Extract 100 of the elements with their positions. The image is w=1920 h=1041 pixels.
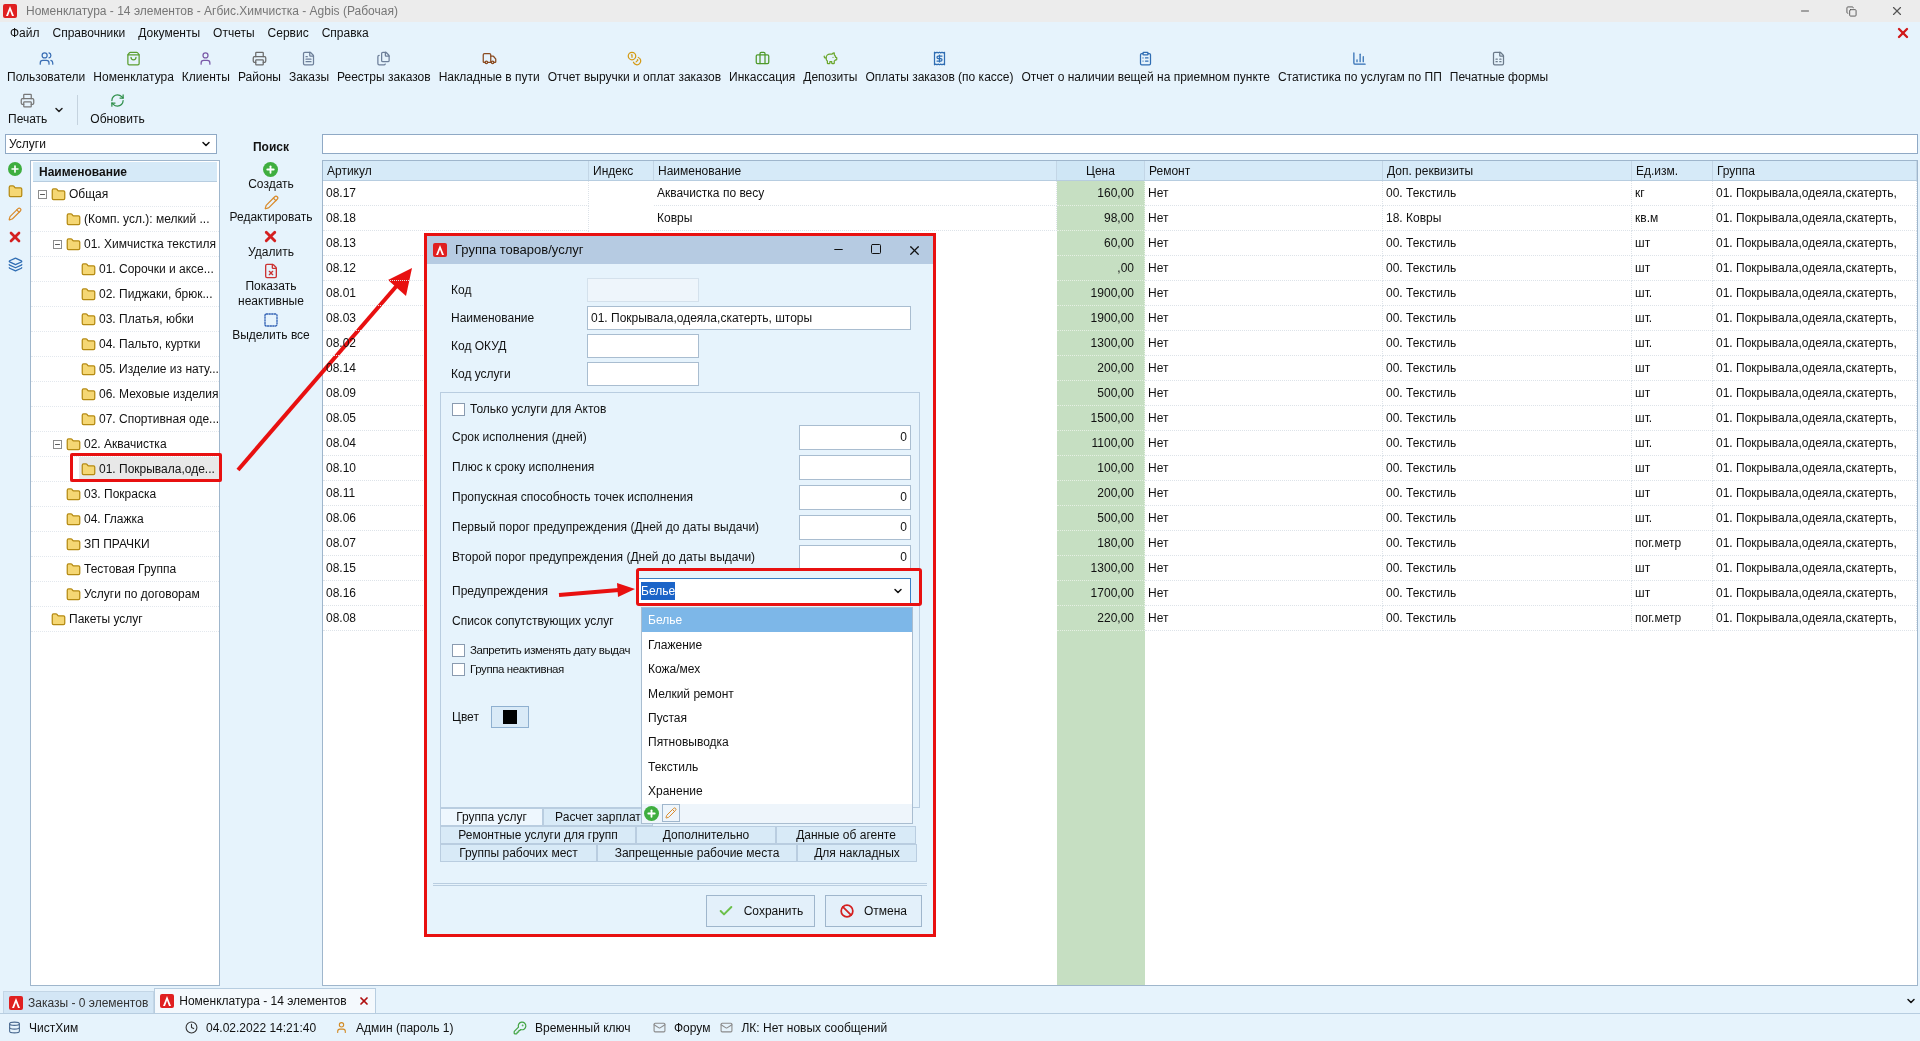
toolbar-button[interactable]: Статистика по услугам по ПП (1274, 51, 1445, 86)
input-field[interactable] (799, 454, 911, 480)
category-dropdown[interactable]: Услуги (5, 134, 217, 154)
menu-item[interactable]: Файл (4, 24, 46, 42)
input-field[interactable]: 0 (799, 544, 911, 570)
toolbar-button[interactable]: Клиенты (178, 51, 233, 86)
toolbar-button[interactable]: Пользователи (4, 51, 89, 86)
tree-item[interactable]: 07. Спортивная оде... (79, 407, 219, 431)
tab[interactable]: Группы рабочих мест (440, 844, 597, 862)
document-tab[interactable]: Заказы - 0 элементов (3, 991, 155, 1013)
tree-item[interactable]: 03. Покраска (64, 482, 219, 506)
edit-button[interactable] (662, 804, 680, 823)
delete-icon[interactable] (7, 229, 23, 245)
collapse-icon[interactable] (52, 239, 62, 249)
tree-item[interactable]: Услуги по договорам (64, 582, 219, 606)
search-field[interactable] (322, 134, 1918, 154)
toolbar-button[interactable]: Отчет о наличии вещей на приемном пункте (1018, 51, 1273, 86)
input-field[interactable]: 0 (799, 424, 911, 450)
toolbar-button[interactable]: Реестры заказов (334, 51, 434, 86)
save-button[interactable]: Сохранить (706, 895, 815, 927)
input-field[interactable]: 0 (799, 484, 911, 510)
column-header[interactable]: Артикул (323, 161, 589, 180)
toolbar-button[interactable]: Печатные формы (1446, 51, 1552, 86)
collapse-icon[interactable] (37, 189, 47, 199)
tab[interactable]: Расчет зарплат (543, 808, 653, 826)
collapse-icon[interactable] (52, 439, 62, 449)
pencil-icon[interactable] (8, 207, 22, 221)
tree-item[interactable]: 04. Глажка (64, 507, 219, 531)
toolbar-button[interactable]: Накладные в пути (435, 51, 543, 86)
toolbar-button[interactable]: Оплаты заказов (по кассе) (862, 51, 1017, 86)
tree-item[interactable]: 05. Изделие из нату... (79, 357, 219, 381)
checkbox[interactable] (452, 644, 465, 657)
tree-item[interactable]: 04. Пальто, куртки (79, 332, 219, 356)
maximize-icon[interactable] (870, 242, 882, 255)
column-header[interactable]: Индекс (589, 161, 654, 180)
dropdown-option[interactable]: Хранение (642, 779, 912, 804)
toolbar-button[interactable]: Инкассация (726, 51, 799, 86)
tree-item[interactable]: 01. Сорочки и аксе... (79, 257, 219, 281)
action-button[interactable]: Редактировать (227, 195, 315, 225)
dropdown-option[interactable]: Пустая (642, 705, 912, 731)
close-document-icon[interactable] (1895, 25, 1911, 41)
menu-item[interactable]: Сервис (261, 24, 315, 42)
tree-item[interactable]: 06. Меховые изделия (79, 382, 219, 406)
cancel-button[interactable]: Отмена (825, 895, 922, 927)
tree-item[interactable]: Общая (49, 182, 219, 206)
dropdown-option[interactable]: Кожа/мех (642, 656, 912, 682)
document-tab[interactable]: Номенклатура - 14 элементов (154, 988, 376, 1013)
tree-item[interactable]: Пакеты услуг (49, 607, 219, 631)
tree-item[interactable]: 01. Химчистка текстиля (64, 232, 219, 256)
column-header[interactable]: Ремонт (1145, 161, 1383, 180)
folder-icon[interactable] (7, 184, 23, 199)
tree-item[interactable]: (Комп. усл.): мелкий ... (64, 207, 219, 231)
color-picker[interactable] (490, 706, 529, 728)
dropdown-option[interactable]: Глажение (642, 632, 912, 657)
toolbar-button[interactable]: Печать (4, 92, 70, 128)
input-field[interactable] (587, 334, 699, 358)
action-button[interactable]: Выделить все (230, 312, 312, 343)
toolbar-button[interactable]: Депозиты (800, 51, 861, 86)
column-header[interactable]: Группа (1713, 161, 1917, 180)
column-header[interactable]: Доп. реквизиты (1383, 161, 1632, 180)
action-button[interactable]: Удалить (246, 228, 296, 260)
tab[interactable]: Данные об агенте (776, 826, 916, 844)
menu-item[interactable]: Справка (315, 24, 375, 42)
tree-item[interactable]: 01. Покрывала,оде... (79, 457, 219, 481)
add-icon[interactable] (644, 805, 659, 821)
tab[interactable]: Группа услуг (440, 808, 543, 826)
toolbar-button[interactable]: Заказы (285, 51, 332, 86)
dropdown-option[interactable]: Мелкий ремонт (642, 681, 912, 706)
tree-item[interactable]: 02. Пиджаки, брюк... (79, 282, 219, 306)
tab[interactable]: Запрещенные рабочие места (597, 844, 797, 862)
column-header[interactable]: Ед.изм. (1632, 161, 1713, 180)
restore-icon[interactable] (1845, 5, 1857, 17)
toolbar-button[interactable]: Номенклатура (90, 51, 177, 86)
input-field[interactable]: 0 (799, 514, 911, 540)
checkbox[interactable] (452, 663, 465, 676)
column-header[interactable]: Цена (1057, 161, 1145, 180)
menu-item[interactable]: Отчеты (207, 24, 261, 42)
dropdown-option[interactable]: Пятновыводка (642, 730, 912, 755)
tree-item[interactable]: Тестовая Группа (64, 557, 219, 581)
tab[interactable]: Для накладных (797, 844, 917, 862)
toolbar-button[interactable]: Обновить (86, 92, 149, 128)
action-button[interactable]: Создать (246, 162, 296, 192)
toolbar-button[interactable]: Районы (235, 51, 284, 86)
action-button[interactable]: Показать неактивные (220, 263, 322, 309)
checkbox[interactable] (452, 402, 465, 416)
close-icon[interactable] (357, 995, 370, 1007)
dropdown-field[interactable]: Белье (637, 578, 911, 604)
menu-item[interactable]: Справочники (46, 24, 132, 42)
input-field[interactable] (587, 362, 699, 386)
menu-item[interactable]: Документы (132, 24, 207, 42)
layers-icon[interactable] (7, 257, 23, 272)
close-icon[interactable] (1890, 4, 1904, 18)
tree-item[interactable]: 03. Платья, юбки (79, 307, 219, 331)
tree-item[interactable]: 02. Аквачистка (64, 432, 219, 456)
dropdown-option[interactable]: Текстиль (642, 754, 912, 780)
input-field[interactable]: 01. Покрывала,одеяла,скатерть, шторы (587, 306, 911, 330)
add-icon[interactable] (8, 162, 22, 176)
tab[interactable]: Ремонтные услуги для групп (440, 826, 636, 844)
tab[interactable]: Дополнительно (636, 826, 776, 844)
tree-item[interactable]: ЗП ПРАЧКИ (64, 532, 219, 556)
